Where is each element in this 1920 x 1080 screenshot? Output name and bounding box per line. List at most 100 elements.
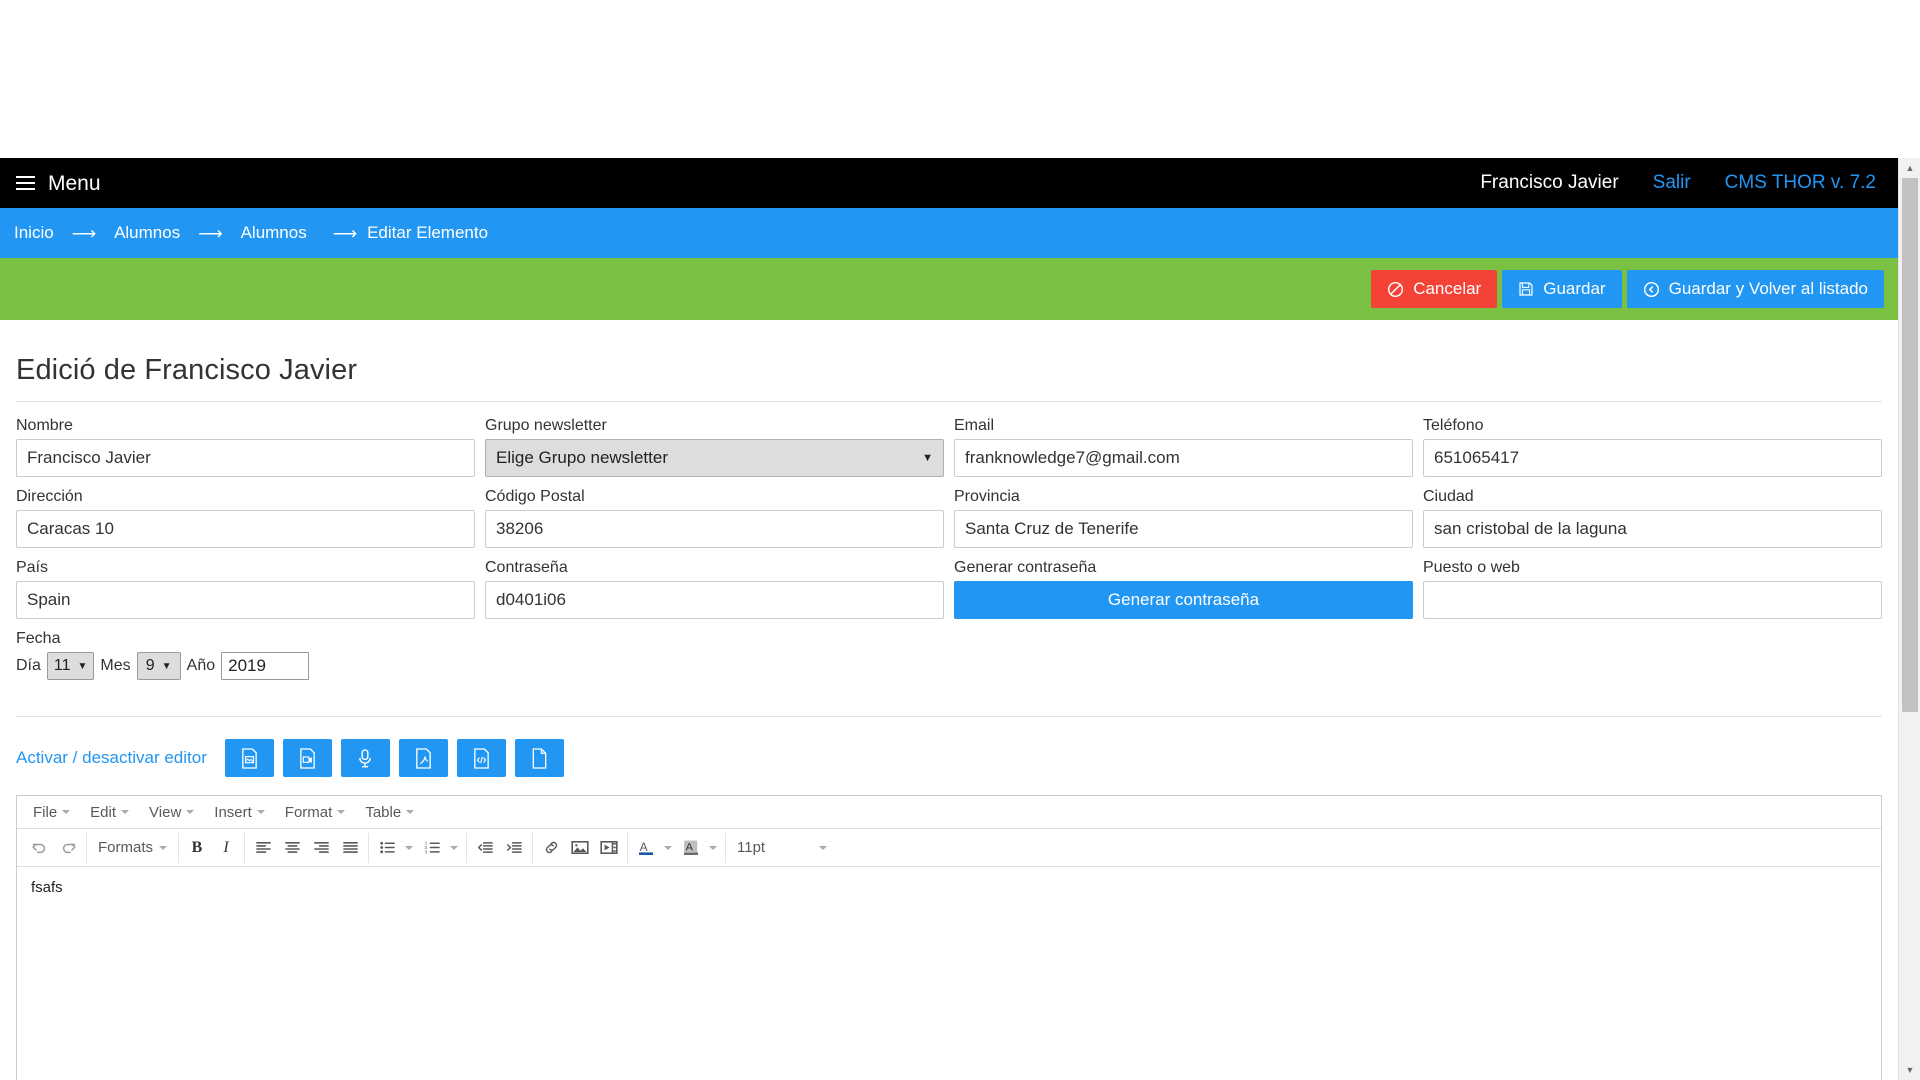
field-label-codigo-postal: Código Postal xyxy=(485,488,585,505)
link-icon[interactable] xyxy=(537,834,565,862)
direccion-input[interactable] xyxy=(16,510,475,548)
provincia-input[interactable] xyxy=(954,510,1413,548)
field-label-generar-contrasena: Generar contraseña xyxy=(954,559,1097,576)
chevron-down-icon xyxy=(256,810,265,814)
toggle-editor-link[interactable]: Activar / desactivar editor xyxy=(16,748,207,768)
email-input[interactable] xyxy=(954,439,1413,477)
cancel-button[interactable]: Cancelar xyxy=(1371,270,1498,308)
insert-pdf-file-button[interactable] xyxy=(398,739,448,777)
save-button[interactable]: Guardar xyxy=(1502,270,1622,308)
save-and-return-button[interactable]: Guardar y Volver al listado xyxy=(1626,270,1884,308)
page-scrollbar[interactable]: ▲ ▼ xyxy=(1898,158,1920,1080)
numbered-list-dropdown[interactable] xyxy=(446,834,462,862)
field-grupo-newsletter: Grupo newsletter Elige Grupo newsletter … xyxy=(485,416,944,477)
image-file-icon xyxy=(240,747,259,769)
formats-dropdown[interactable]: Formats xyxy=(91,834,174,862)
align-right-icon[interactable] xyxy=(307,834,335,862)
field-label-puesto-o-web: Puesto o web xyxy=(1423,559,1520,576)
toolbar-group-insert xyxy=(533,832,629,863)
menu-toggle[interactable]: Menu xyxy=(16,173,101,194)
text-color-dropdown[interactable] xyxy=(660,834,676,862)
navbar-right: Francisco Javier Salir CMS THOR v. 7.2 xyxy=(1480,172,1898,194)
navbar-user-name: Francisco Javier xyxy=(1480,172,1619,193)
insert-blank-file-button[interactable] xyxy=(514,739,564,777)
indent-icon[interactable] xyxy=(500,834,528,862)
text-color-icon[interactable]: A xyxy=(632,834,660,862)
breadcrumb-item-alumnos-1[interactable]: Alumnos xyxy=(114,223,180,243)
editor-menu-table[interactable]: Table xyxy=(355,799,424,826)
chevron-down-icon xyxy=(186,810,195,814)
align-center-icon[interactable] xyxy=(278,834,306,862)
breadcrumb-item-inicio[interactable]: Inicio xyxy=(14,223,54,243)
mes-value: 9 xyxy=(145,657,155,674)
editor-menu-edit-label: Edit xyxy=(90,803,117,821)
puesto-o-web-input[interactable] xyxy=(1423,581,1882,619)
cms-version-link[interactable]: CMS THOR v. 7.2 xyxy=(1725,172,1876,194)
outdent-icon[interactable] xyxy=(471,834,499,862)
grupo-newsletter-select[interactable]: Elige Grupo newsletter ▼ xyxy=(485,439,944,477)
redo-icon[interactable] xyxy=(54,834,82,862)
contrasena-input[interactable] xyxy=(485,581,944,619)
align-justify-icon[interactable] xyxy=(336,834,364,862)
mes-select[interactable]: 9 ▼ xyxy=(136,652,181,680)
field-label-provincia: Provincia xyxy=(954,488,1020,505)
bold-icon[interactable]: B xyxy=(183,834,211,862)
bullet-list-dropdown[interactable] xyxy=(401,834,417,862)
svg-text:A: A xyxy=(686,841,694,853)
pais-input[interactable] xyxy=(16,581,475,619)
align-left-icon[interactable] xyxy=(249,834,277,862)
insert-code-file-button[interactable] xyxy=(456,739,506,777)
breadcrumb-arrow-icon: ⟶ xyxy=(198,223,223,243)
editor-menu-edit[interactable]: Edit xyxy=(80,799,139,826)
scroll-up-arrow-icon[interactable]: ▲ xyxy=(1899,158,1920,178)
insert-image-file-button[interactable] xyxy=(224,739,274,777)
background-color-dropdown[interactable] xyxy=(705,834,721,862)
editor-content-area[interactable]: fsafs xyxy=(17,867,1881,1080)
back-circle-icon xyxy=(1643,281,1660,298)
insert-video-file-button[interactable] xyxy=(282,739,332,777)
field-pais: País xyxy=(16,558,475,619)
editor-menu-file[interactable]: File xyxy=(23,799,80,826)
floppy-disk-icon xyxy=(1518,281,1534,297)
fecha-spacer xyxy=(954,629,1413,690)
bullet-list-icon[interactable] xyxy=(373,834,401,862)
scroll-down-arrow-icon[interactable]: ▼ xyxy=(1899,1060,1920,1080)
chevron-down-icon xyxy=(121,810,130,814)
page-content: Menu Francisco Javier Salir CMS THOR v. … xyxy=(0,158,1898,1080)
breadcrumb-item-alumnos-2[interactable]: Alumnos xyxy=(241,223,307,243)
editor-toolbar: Formats B I 1 2 3 A A 11pt xyxy=(17,829,1881,867)
undo-icon[interactable] xyxy=(25,834,53,862)
chevron-down-icon xyxy=(159,845,168,850)
editor-menubar: File Edit View Insert Format Table xyxy=(17,796,1881,829)
toolbar-group-style: B I xyxy=(179,832,246,863)
codigo-postal-input[interactable] xyxy=(485,510,944,548)
field-label-fecha: Fecha xyxy=(16,630,61,647)
insert-media-icon[interactable] xyxy=(595,834,623,862)
editor-menu-format[interactable]: Format xyxy=(275,799,356,826)
dia-select[interactable]: 11 ▼ xyxy=(46,652,95,680)
breadcrumb-item-editar-elemento[interactable]: Editar Elemento xyxy=(367,223,488,243)
dia-value: 11 xyxy=(53,657,71,674)
fontsize-dropdown[interactable]: 11pt xyxy=(730,834,834,862)
telefono-input[interactable] xyxy=(1423,439,1882,477)
numbered-list-icon[interactable]: 123 xyxy=(418,834,446,862)
chevron-down-icon xyxy=(337,810,346,814)
ano-input[interactable] xyxy=(221,652,310,680)
background-color-icon[interactable]: A xyxy=(677,834,705,862)
editor-menu-insert[interactable]: Insert xyxy=(204,799,275,826)
field-codigo-postal: Código Postal xyxy=(485,487,944,548)
toolbar-group-lists: 123 xyxy=(369,832,468,863)
video-file-icon xyxy=(298,747,317,769)
generar-contrasena-button[interactable]: Generar contraseña xyxy=(954,581,1413,619)
numbered-list-split: 123 xyxy=(418,834,462,862)
field-ciudad: Ciudad xyxy=(1423,487,1882,548)
insert-audio-button[interactable] xyxy=(340,739,390,777)
fontsize-value: 11pt xyxy=(737,839,766,856)
italic-icon[interactable]: I xyxy=(212,834,240,862)
logout-link[interactable]: Salir xyxy=(1653,172,1691,194)
ciudad-input[interactable] xyxy=(1423,510,1882,548)
scrollbar-thumb[interactable] xyxy=(1902,178,1918,712)
nombre-input[interactable] xyxy=(16,439,475,477)
insert-image-icon[interactable] xyxy=(566,834,594,862)
editor-menu-view[interactable]: View xyxy=(139,799,204,826)
